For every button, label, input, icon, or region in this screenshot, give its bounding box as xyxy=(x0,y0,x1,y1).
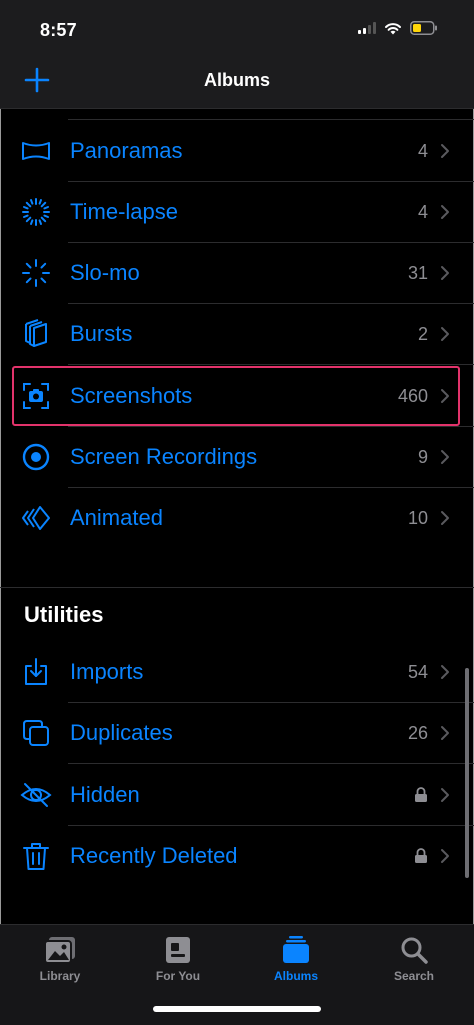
album-count: 31 xyxy=(407,263,428,283)
tab-label: Albums xyxy=(273,969,318,983)
album-row-duplicates[interactable]: Duplicates 26 xyxy=(0,703,474,764)
animated-icon xyxy=(22,506,50,530)
album-row-time-lapse[interactable]: Time-lapse 4 xyxy=(0,182,474,243)
trash-icon xyxy=(23,843,49,870)
scroll-indicator[interactable] xyxy=(465,668,469,878)
chevron-right-icon xyxy=(441,205,449,219)
albums-icon xyxy=(283,936,309,963)
album-label: Time-lapse xyxy=(70,199,178,224)
cellular-signal-icon xyxy=(358,22,376,34)
album-count: 54 xyxy=(407,662,428,682)
status-icons xyxy=(358,21,438,35)
search-icon xyxy=(401,937,428,964)
chevron-right-icon xyxy=(441,511,449,525)
lock-icon xyxy=(415,787,427,802)
tab-label: For You xyxy=(155,969,201,983)
album-count: 10 xyxy=(407,508,428,528)
tab-search[interactable]: Search xyxy=(355,935,473,983)
hidden-eye-icon xyxy=(20,783,52,807)
album-label: Bursts xyxy=(70,321,133,346)
album-count: 4 xyxy=(417,202,428,222)
tab-label: Search xyxy=(393,969,435,983)
album-label: Animated xyxy=(70,505,163,530)
lock-icon xyxy=(415,848,427,863)
tab-for-you[interactable]: For You xyxy=(119,935,237,983)
chevron-right-icon xyxy=(441,849,449,863)
imports-icon xyxy=(25,658,47,685)
navigation-bar: Albums xyxy=(0,58,474,109)
section-separator xyxy=(0,587,474,588)
timelapse-icon xyxy=(22,198,50,226)
chevron-right-icon xyxy=(441,144,449,158)
album-row-recently-deleted[interactable]: Recently Deleted xyxy=(0,826,474,887)
panorama-icon xyxy=(22,142,50,160)
chevron-right-icon xyxy=(441,665,449,679)
album-row-imports[interactable]: Imports 54 xyxy=(0,642,474,703)
for-you-icon xyxy=(166,937,190,963)
album-count: 4 xyxy=(417,141,428,161)
album-label: Screen Recordings xyxy=(70,444,258,469)
battery-icon xyxy=(410,21,437,35)
album-row-panoramas[interactable]: Panoramas 4 xyxy=(0,121,474,182)
album-label: Hidden xyxy=(70,782,140,807)
tab-library[interactable]: Library xyxy=(1,935,119,983)
album-count: 2 xyxy=(417,324,428,344)
utilities-section-title: Utilities xyxy=(24,602,104,627)
wifi-icon xyxy=(385,22,401,34)
page-title: Albums xyxy=(203,70,270,90)
bursts-icon xyxy=(25,319,47,347)
duplicates-icon xyxy=(23,720,49,746)
status-time: 8:57 xyxy=(40,20,77,40)
chevron-right-icon xyxy=(441,788,449,802)
album-row-screen-recordings[interactable]: Screen Recordings 9 xyxy=(0,427,474,488)
row-separator xyxy=(68,119,474,120)
library-icon xyxy=(44,937,75,964)
album-row-animated[interactable]: Animated 10 xyxy=(0,488,474,549)
chevron-right-icon xyxy=(441,266,449,280)
album-count: 26 xyxy=(407,723,428,743)
album-row-bursts[interactable]: Bursts 2 xyxy=(0,304,474,365)
album-row-slo-mo[interactable]: Slo-mo 31 xyxy=(0,243,474,304)
chevron-right-icon xyxy=(441,726,449,740)
home-indicator[interactable] xyxy=(153,1006,321,1012)
album-row-hidden[interactable]: Hidden xyxy=(0,765,474,826)
album-label: Recently Deleted xyxy=(70,843,238,868)
status-bar: 8:57 xyxy=(0,0,474,58)
album-label: Slo-mo xyxy=(70,260,140,285)
slomo-icon xyxy=(22,259,50,287)
screenshots-highlight-box xyxy=(12,366,460,426)
screen-recording-icon xyxy=(22,443,50,471)
album-label: Panoramas xyxy=(70,138,183,163)
album-label: Imports xyxy=(70,659,144,684)
chevron-right-icon xyxy=(441,450,449,464)
tab-albums[interactable]: Albums xyxy=(237,935,355,983)
chevron-right-icon xyxy=(441,327,449,341)
tab-label: Library xyxy=(39,969,81,983)
album-label: Duplicates xyxy=(70,720,173,745)
album-count: 9 xyxy=(417,447,428,467)
